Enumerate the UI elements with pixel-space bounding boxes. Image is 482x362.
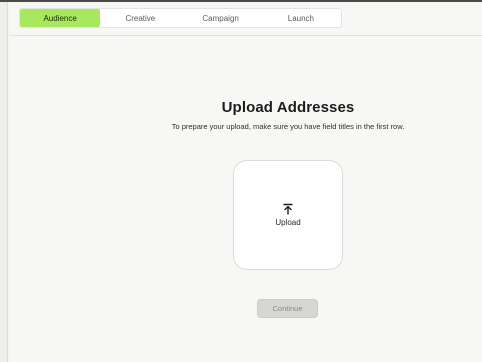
upload-label: Upload <box>275 218 301 227</box>
continue-button[interactable]: Continue <box>257 299 318 318</box>
page-subtitle: To prepare your upload, make sure you ha… <box>171 122 405 131</box>
left-sidebar-rail <box>0 2 8 362</box>
page-title: Upload Addresses <box>221 99 355 116</box>
header-divider <box>9 35 482 36</box>
step-launch[interactable]: Launch <box>261 9 341 27</box>
upload-dropzone[interactable]: Upload <box>233 160 343 270</box>
step-audience[interactable]: Audience <box>20 9 101 27</box>
step-campaign[interactable]: Campaign <box>181 9 261 27</box>
step-creative[interactable]: Creative <box>100 9 180 27</box>
upload-arrow-icon <box>282 202 294 215</box>
wizard-stepper: Audience Creative Campaign Launch <box>19 8 342 28</box>
